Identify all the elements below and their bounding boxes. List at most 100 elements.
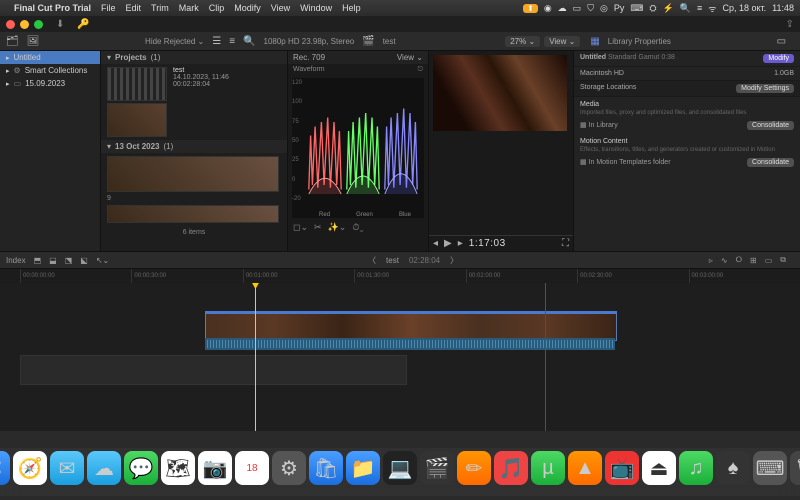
dock-terminal-icon[interactable]: 💻: [383, 451, 417, 485]
timeline-name[interactable]: test: [386, 256, 399, 265]
menubar-time[interactable]: 11:48: [772, 3, 794, 13]
status-icon[interactable]: ▭: [573, 3, 582, 14]
disclosure-icon[interactable]: ▸: [6, 80, 10, 88]
library-tab-icon[interactable]: 🗂: [6, 36, 19, 47]
dock-trash-icon[interactable]: 🗑: [790, 451, 800, 485]
dock-settings-icon[interactable]: ⚙: [272, 451, 306, 485]
date-header[interactable]: ▾ 13 Oct 2023 (1): [101, 140, 287, 153]
disclosure-icon[interactable]: ▾: [107, 142, 111, 151]
index-button[interactable]: Index: [6, 256, 26, 265]
dock-appstore-icon[interactable]: 🛍: [309, 451, 343, 485]
list-view-icon[interactable]: ≡: [229, 36, 235, 47]
playhead[interactable]: [255, 283, 256, 431]
effects-browser-icon[interactable]: ▭: [765, 256, 773, 265]
modify-settings-button[interactable]: Modify Settings: [736, 84, 794, 93]
menu-modify[interactable]: Modify: [234, 3, 261, 13]
status-icon[interactable]: ◎: [600, 3, 608, 14]
skimming-icon[interactable]: ▹: [709, 256, 713, 265]
transitions-browser-icon[interactable]: ⧉: [780, 255, 786, 265]
menu-view[interactable]: View: [271, 3, 290, 13]
dock-photos-icon[interactable]: 📷: [198, 451, 232, 485]
dock-mail-icon[interactable]: ✉: [50, 451, 84, 485]
sidebar-item-untitled[interactable]: ▸ Untitled: [0, 51, 100, 64]
gap-clip[interactable]: [20, 355, 407, 385]
dock-app-icon[interactable]: ✏: [457, 451, 491, 485]
status-icon[interactable]: ☁: [558, 3, 567, 14]
control-center-icon[interactable]: ≡: [697, 3, 702, 13]
dock-calendar-icon[interactable]: 18: [235, 451, 269, 485]
status-icon[interactable]: ⛭: [649, 3, 656, 14]
menu-file[interactable]: File: [101, 3, 116, 13]
keyword-icon[interactable]: 🔑: [77, 19, 89, 30]
menu-mark[interactable]: Mark: [179, 3, 199, 13]
fullscreen-icon[interactable]: ⛶: [562, 238, 569, 249]
dock-music-icon[interactable]: 🎵: [494, 451, 528, 485]
consolidate-button[interactable]: Consolidate: [747, 158, 794, 167]
status-icon[interactable]: Py: [614, 3, 625, 13]
timeline-ruler[interactable]: 00:00:00:00 00:00:30:00 00:01:00:00 00:0…: [0, 269, 800, 283]
dock-utorrent-icon[interactable]: µ: [531, 451, 565, 485]
dock-app-icon[interactable]: 📺: [605, 451, 639, 485]
clip-filmstrip[interactable]: [107, 205, 279, 223]
solo-icon[interactable]: ⭘: [736, 255, 742, 265]
status-icon[interactable]: ⛉: [587, 3, 594, 14]
search-icon[interactable]: 🔍: [243, 36, 255, 47]
clip-filmstrip[interactable]: [107, 156, 279, 192]
snap-icon[interactable]: ⊞: [750, 256, 757, 265]
timeline-back-button[interactable]: 〈: [368, 255, 376, 266]
menu-edit[interactable]: Edit: [126, 3, 142, 13]
video-clip[interactable]: [205, 311, 617, 341]
dock-fcp-icon[interactable]: 🎬: [420, 451, 454, 485]
dock-folder-icon[interactable]: 📁: [346, 451, 380, 485]
play-button[interactable]: ▶: [444, 238, 452, 249]
disclosure-icon[interactable]: ▸: [6, 54, 10, 62]
menubar-date[interactable]: Ср, 18 окт.: [722, 3, 766, 13]
menu-help[interactable]: Help: [342, 3, 361, 13]
view-dropdown[interactable]: View ⌄: [544, 36, 580, 47]
viewer-canvas[interactable]: [433, 55, 567, 131]
inspector-tab-icon[interactable]: ▭: [777, 36, 786, 47]
close-window-button[interactable]: [6, 20, 15, 29]
clip-appearance-icon[interactable]: ☰: [212, 36, 221, 47]
projects-header[interactable]: ▾ Projects (1): [101, 51, 287, 64]
status-icon[interactable]: ⚡: [663, 3, 674, 14]
overwrite-clip-icon[interactable]: ⬕: [80, 256, 88, 265]
dock-maps-icon[interactable]: 🗺: [161, 451, 195, 485]
enhance-icon[interactable]: ✨⌄: [328, 222, 347, 233]
app-name[interactable]: Final Cut Pro Trial: [14, 3, 91, 13]
crop-tool-icon[interactable]: ✂: [314, 222, 322, 233]
disclosure-icon[interactable]: ▾: [107, 53, 111, 62]
hide-rejected-dropdown[interactable]: Hide Rejected ⌄: [145, 37, 204, 46]
connect-clip-icon[interactable]: ⬒: [34, 256, 42, 265]
fullscreen-window-button[interactable]: [34, 20, 43, 29]
spotlight-icon[interactable]: 🔍: [680, 3, 691, 14]
import-icon[interactable]: ⬇: [56, 19, 64, 30]
audio-clip[interactable]: [205, 338, 615, 350]
menu-clip[interactable]: Clip: [209, 3, 225, 13]
status-icon[interactable]: ◉: [544, 3, 552, 14]
modify-button[interactable]: Modify: [763, 54, 794, 63]
wifi-icon[interactable]: ᯤ: [708, 2, 716, 15]
select-tool-icon[interactable]: ↖⌄: [96, 256, 109, 265]
insert-clip-icon[interactable]: ⬓: [49, 256, 57, 265]
zoom-dropdown[interactable]: 27% ⌄: [505, 36, 540, 47]
audio-skim-icon[interactable]: ∿: [721, 256, 728, 265]
dock-safari-icon[interactable]: 🧭: [13, 451, 47, 485]
timeline-fwd-button[interactable]: 〉: [450, 255, 458, 266]
prev-frame-button[interactable]: ◂: [433, 238, 438, 249]
share-icon[interactable]: ⇪: [786, 19, 794, 30]
dock-app-icon[interactable]: ♠: [716, 451, 750, 485]
consolidate-button[interactable]: Consolidate: [747, 121, 794, 130]
photos-tab-icon[interactable]: 🖼: [27, 36, 40, 47]
dock-app-icon[interactable]: ⌨: [753, 451, 787, 485]
status-orange-icon[interactable]: ⬆: [523, 4, 538, 13]
inspector-toggle-icon[interactable]: ▦: [590, 36, 599, 47]
menu-trim[interactable]: Trim: [151, 3, 169, 13]
minimize-window-button[interactable]: [20, 20, 29, 29]
next-frame-button[interactable]: ▸: [458, 238, 463, 249]
dock-app-icon[interactable]: ♫: [679, 451, 713, 485]
sidebar-item-smart[interactable]: ▸ ⚙ Smart Collections: [0, 64, 100, 77]
marker-line[interactable]: [545, 283, 546, 431]
disclosure-icon[interactable]: ▸: [6, 67, 10, 75]
menu-window[interactable]: Window: [300, 3, 332, 13]
